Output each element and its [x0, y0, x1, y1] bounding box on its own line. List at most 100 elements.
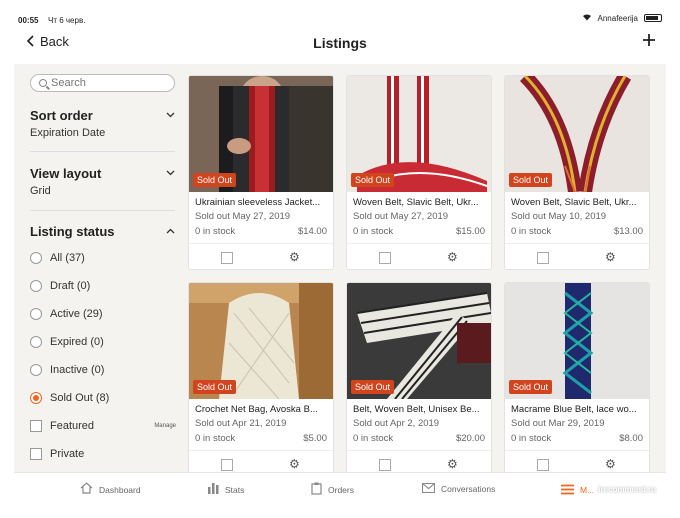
status-option-inactive[interactable]: Inactive (0)	[30, 364, 180, 376]
nav-dashboard[interactable]: Dashboard	[80, 482, 141, 497]
listing-sold-date: Sold out May 27, 2019	[195, 211, 291, 222]
add-listing-button[interactable]	[642, 28, 656, 52]
clipboard-icon	[311, 482, 322, 498]
gear-icon[interactable]: ⚙	[289, 457, 300, 471]
private-checkbox[interactable]	[30, 448, 42, 460]
home-icon	[80, 482, 93, 497]
listing-card[interactable]: Sold Out Woven Belt, Slavic Belt, Ukr...…	[346, 75, 492, 270]
status-bar: 00:55 Чт 6 черв. Annafeerija	[0, 0, 680, 25]
search-icon	[39, 79, 47, 87]
nav-label: Stats	[225, 484, 245, 495]
menu-icon	[561, 482, 574, 498]
listing-title[interactable]: Belt, Woven Belt, Unisex Be...	[353, 404, 489, 415]
status-label: Active (29)	[50, 308, 103, 320]
search-input[interactable]	[51, 77, 161, 89]
gear-icon[interactable]: ⚙	[447, 250, 458, 264]
radio-button[interactable]	[30, 308, 42, 320]
gear-icon[interactable]: ⚙	[605, 457, 616, 471]
listing-title[interactable]: Macrame Blue Belt, lace wo...	[511, 404, 647, 415]
select-checkbox[interactable]	[379, 459, 391, 471]
nav-stats[interactable]: Stats	[207, 482, 244, 497]
content-area: Sort order Expiration Date View layout G…	[14, 64, 666, 472]
status-label: Draft (0)	[50, 280, 91, 292]
chevron-down-icon	[166, 110, 175, 120]
private-label: Private	[50, 448, 85, 460]
radio-button[interactable]	[30, 336, 42, 348]
divider	[30, 151, 175, 152]
status-label: Sold Out (8)	[50, 392, 110, 404]
view-layout-section[interactable]: View layout Grid	[30, 166, 175, 197]
radio-button[interactable]	[30, 280, 42, 292]
status-option-all[interactable]: All (37)	[30, 252, 180, 264]
status-option-draft[interactable]: Draft (0)	[30, 280, 180, 292]
radio-button-selected[interactable]	[30, 392, 42, 404]
listing-card[interactable]: Sold Out Macrame Blue Belt, lace wo... S…	[504, 282, 650, 472]
listing-card[interactable]: Sold Out Ukrainian sleeveless Jacket... …	[188, 75, 334, 270]
manage-link[interactable]: Manage	[154, 423, 176, 429]
chevron-down-icon	[166, 168, 175, 178]
nav-label: Orders	[328, 485, 354, 495]
status-option-active[interactable]: Active (29)	[30, 308, 180, 320]
featured-checkbox[interactable]	[30, 420, 42, 432]
listing-card[interactable]: Sold Out Woven Belt, Slavic Belt, Ukr...…	[504, 75, 650, 270]
listing-title[interactable]: Woven Belt, Slavic Belt, Ukr...	[353, 197, 489, 208]
sold-out-badge: Sold Out	[193, 380, 237, 394]
filter-sidebar: Sort order Expiration Date View layout G…	[14, 64, 189, 472]
nav-label: Dashboard	[99, 484, 141, 495]
featured-option[interactable]: Featured Manage	[30, 420, 180, 432]
listing-sold-date: Sold out May 27, 2019	[353, 211, 449, 222]
status-time: 00:55	[18, 16, 39, 25]
card-footer: ⚙	[189, 450, 333, 472]
sold-out-badge: Sold Out	[351, 380, 395, 394]
select-checkbox[interactable]	[221, 459, 233, 471]
watermark: irecommend.ru	[598, 485, 656, 494]
plus-icon	[643, 34, 655, 46]
listing-price: $14.00	[297, 226, 327, 237]
gear-icon[interactable]: ⚙	[289, 250, 300, 264]
card-footer: ⚙	[505, 243, 649, 269]
listing-price: $5.00	[303, 433, 327, 444]
listing-status-section[interactable]: Listing status	[30, 224, 175, 239]
header: Back Listings	[14, 26, 666, 62]
listing-title[interactable]: Ukrainian sleeveless Jacket...	[195, 197, 331, 208]
nav-more[interactable]: M...	[561, 482, 594, 498]
card-footer: ⚙	[189, 243, 333, 269]
listing-stock: 0 in stock	[353, 226, 394, 237]
view-layout-value: Grid	[30, 185, 51, 197]
sort-order-value: Expiration Date	[30, 127, 106, 139]
listing-sold-date: Sold out May 10, 2019	[511, 211, 607, 222]
listing-card[interactable]: Sold Out Belt, Woven Belt, Unisex Be... …	[346, 282, 492, 472]
select-checkbox[interactable]	[537, 459, 549, 471]
listing-card[interactable]: Sold Out Crochet Net Bag, Avoska B... So…	[188, 282, 334, 472]
envelope-icon	[421, 482, 436, 496]
select-checkbox[interactable]	[221, 252, 233, 264]
private-option[interactable]: Private	[30, 448, 180, 460]
featured-label: Featured	[50, 420, 95, 432]
listing-stock: 0 in stock	[353, 433, 394, 444]
status-label: Inactive (0)	[50, 364, 105, 376]
status-label: All (37)	[50, 252, 85, 264]
listing-title[interactable]: Crochet Net Bag, Avoska B...	[195, 404, 331, 415]
select-checkbox[interactable]	[537, 252, 549, 264]
gear-icon[interactable]: ⚙	[605, 250, 616, 264]
status-option-sold-out[interactable]: Sold Out (8)	[30, 392, 180, 404]
carrier-name: Annafeerija	[597, 13, 638, 23]
select-checkbox[interactable]	[379, 252, 391, 264]
listing-sold-date: Sold out Apr 21, 2019	[195, 418, 287, 429]
nav-orders[interactable]: Orders	[311, 482, 354, 498]
listing-price: $13.00	[613, 226, 643, 237]
listing-status-title: Listing status	[30, 224, 115, 239]
status-label: Expired (0)	[50, 336, 104, 348]
sold-out-badge: Sold Out	[193, 173, 237, 187]
search-box[interactable]	[30, 74, 175, 92]
sort-order-section[interactable]: Sort order Expiration Date	[30, 108, 175, 139]
gear-icon[interactable]: ⚙	[447, 457, 458, 471]
radio-button[interactable]	[30, 364, 42, 376]
sold-out-badge: Sold Out	[351, 173, 395, 187]
nav-conversations[interactable]: Conversations	[421, 482, 495, 496]
listing-title[interactable]: Woven Belt, Slavic Belt, Ukr...	[511, 197, 647, 208]
page-title: Listings	[313, 35, 367, 51]
status-option-expired[interactable]: Expired (0)	[30, 336, 180, 348]
radio-button[interactable]	[30, 252, 42, 264]
listing-price: $20.00	[455, 433, 485, 444]
